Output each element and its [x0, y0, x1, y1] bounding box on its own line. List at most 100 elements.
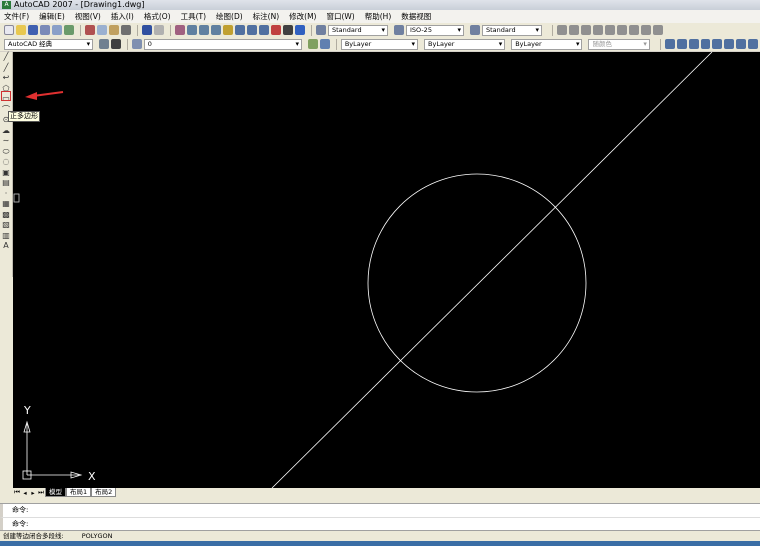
menu-draw[interactable]: 绘图(D) [216, 11, 243, 22]
multiline-text-icon[interactable]: A [0, 241, 12, 252]
dim-style-icon [394, 25, 404, 35]
zoom-window-icon[interactable] [199, 25, 209, 35]
next-tab-button[interactable]: ▸ [29, 489, 37, 497]
dimension-tool-icon[interactable] [617, 25, 627, 35]
spline-icon[interactable]: ∼ [0, 136, 12, 147]
menu-insert[interactable]: 插入(I) [111, 11, 134, 22]
modify-tool-icon[interactable] [664, 39, 675, 49]
tooltip: 正多边形 [8, 111, 40, 122]
properties-icon[interactable] [223, 25, 233, 35]
sheet-set-icon[interactable] [259, 25, 269, 35]
autocad-app-icon: A [2, 1, 11, 9]
undo-icon[interactable] [142, 25, 152, 35]
point-icon[interactable]: · [0, 189, 12, 200]
open-icon[interactable] [16, 25, 26, 35]
save-icon[interactable] [28, 25, 38, 35]
dimension-tool-icon[interactable] [593, 25, 603, 35]
menu-window[interactable]: 窗口(W) [326, 11, 354, 22]
design-center-icon[interactable] [235, 25, 245, 35]
construction-line[interactable] [271, 51, 713, 489]
menu-data-view[interactable]: 数据视图 [401, 11, 431, 22]
calculator-icon[interactable] [283, 25, 293, 35]
layer-select[interactable]: 0 [143, 38, 303, 50]
revision-cloud-icon[interactable]: ☁ [0, 126, 12, 137]
dimension-tool-icon[interactable] [581, 25, 591, 35]
dimension-tool-icon[interactable] [629, 25, 639, 35]
pan-icon[interactable] [175, 25, 185, 35]
menu-dimension[interactable]: 标注(N) [253, 11, 279, 22]
publish-icon[interactable] [64, 25, 74, 35]
modify-tool-icon[interactable] [676, 39, 687, 49]
modify-tool-icon[interactable] [724, 39, 735, 49]
modify-tool-icon[interactable] [748, 39, 758, 49]
tab-model[interactable]: 模型 [45, 488, 66, 497]
menu-format[interactable]: 格式(O) [144, 11, 171, 22]
table-icon[interactable]: ▥ [0, 231, 12, 242]
drawing-canvas[interactable]: Y X [13, 51, 760, 489]
dim-style-select[interactable]: ISO-25 [406, 24, 464, 36]
menu-tools[interactable]: 工具(T) [181, 11, 206, 22]
dimension-tool-icon[interactable] [569, 25, 579, 35]
last-tab-button[interactable]: ⏭ [37, 488, 45, 497]
tab-layout2[interactable]: 布局2 [91, 488, 117, 497]
markup-icon[interactable] [271, 25, 281, 35]
command-window[interactable]: 命令: 命令: [0, 503, 760, 531]
plot-style-select[interactable]: 随颜色 [588, 38, 650, 50]
menu-view[interactable]: 视图(V) [75, 11, 101, 22]
help-icon[interactable] [295, 25, 305, 35]
workspace-settings-icon[interactable] [99, 39, 109, 49]
cut-icon[interactable] [85, 25, 95, 35]
ellipse-icon[interactable]: ⬭ [0, 147, 12, 158]
polyline-icon[interactable]: ↩ [0, 73, 12, 84]
layer-manager-icon[interactable] [131, 39, 142, 49]
zoom-previous-icon[interactable] [211, 25, 221, 35]
table-style-icon [470, 25, 480, 35]
modify-tool-icon[interactable] [736, 39, 747, 49]
line-icon[interactable]: ╱ [0, 52, 12, 63]
menu-file[interactable]: 文件(F) [4, 11, 29, 22]
linetype-select[interactable]: ByLayer [424, 38, 506, 50]
tool-palettes-icon[interactable] [247, 25, 257, 35]
insert-block-icon[interactable]: ▣ [0, 168, 12, 179]
dimension-tool-icon[interactable] [605, 25, 615, 35]
zoom-realtime-icon[interactable] [187, 25, 197, 35]
make-block-icon[interactable]: ▤ [0, 178, 12, 189]
dimension-tool-icon[interactable] [641, 25, 651, 35]
paste-icon[interactable] [109, 25, 119, 35]
menu-help[interactable]: 帮助(H) [365, 11, 392, 22]
modify-tool-icon[interactable] [700, 39, 711, 49]
circle[interactable] [367, 173, 587, 393]
region-icon[interactable]: ▧ [0, 220, 12, 231]
menu-modify[interactable]: 修改(M) [289, 11, 316, 22]
ucs-icon: Y X [22, 404, 96, 483]
gradient-icon[interactable]: ▩ [0, 210, 12, 221]
preview-icon[interactable] [52, 25, 62, 35]
first-tab-button[interactable]: ⏮ [13, 488, 21, 497]
dimension-tool-icon[interactable] [557, 25, 567, 35]
dimension-tool-icon[interactable] [653, 25, 663, 35]
layer-previous-icon[interactable] [319, 39, 330, 49]
command-history-line: 命令: [0, 504, 760, 517]
lineweight-select[interactable]: ByLayer [511, 38, 583, 50]
workspace-select[interactable]: AutoCAD 经典 [4, 38, 94, 50]
menu-edit[interactable]: 编辑(E) [39, 11, 65, 22]
text-style-select[interactable]: Standard [328, 24, 388, 36]
construction-line-icon[interactable]: ╱ [0, 63, 12, 74]
hatch-icon[interactable]: ▦ [0, 199, 12, 210]
tab-layout1[interactable]: 布局1 [66, 488, 92, 497]
copy-icon[interactable] [97, 25, 107, 35]
prev-tab-button[interactable]: ◂ [21, 489, 29, 497]
modify-tool-icon[interactable] [712, 39, 723, 49]
table-style-select[interactable]: Standard [482, 24, 542, 36]
layers-properties-toolbar: AutoCAD 经典 0 ByLayer ByLayer ByLayer 随颜色 [0, 37, 760, 52]
print-icon[interactable] [40, 25, 50, 35]
workspace-save-icon[interactable] [110, 39, 121, 49]
new-icon[interactable] [4, 25, 14, 35]
color-select[interactable]: ByLayer [340, 38, 419, 50]
match-properties-icon[interactable] [121, 25, 131, 35]
redo-icon[interactable] [154, 25, 164, 35]
ellipse-arc-icon[interactable]: ◌ [0, 157, 12, 168]
modify-tool-icon[interactable] [688, 39, 699, 49]
command-input-line[interactable]: 命令: [0, 517, 760, 530]
make-current-layer-icon[interactable] [308, 39, 318, 49]
